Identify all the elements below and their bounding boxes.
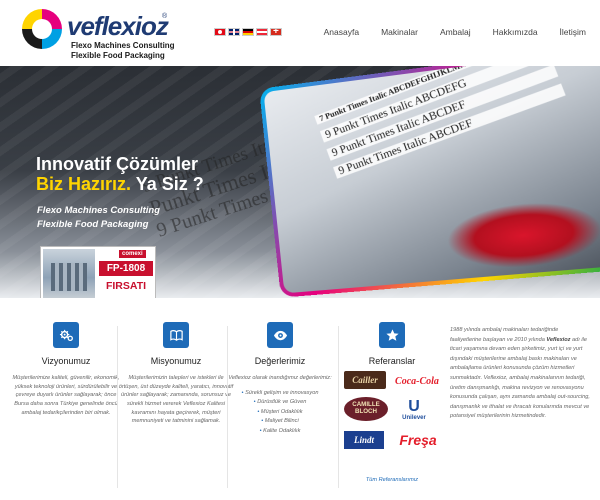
nav-item-anasayfa[interactable]: Anasayfa <box>324 27 359 37</box>
deger-title: Değerlerimiz <box>254 356 306 366</box>
about-brand: Veflexioz <box>546 336 571 343</box>
deger-list: Sürekli gelişim ve innovasyon Dürüstlük … <box>222 389 338 437</box>
gears-icon <box>53 322 79 348</box>
list-item: Müşteri Odaklılık <box>222 408 338 418</box>
hero-tagline-2: Flexible Food Packaging <box>37 219 149 230</box>
list-item: Sürekli gelişim ve innovasyon <box>222 389 338 399</box>
hero-tagline-1: Flexo Machines Consulting <box>37 205 160 216</box>
hero-headline-rest: Ya Siz ? <box>131 174 204 194</box>
hero-banner: 9 Punkt Times Italic ABCDEFGHIJKLMNOP Pu… <box>0 66 600 298</box>
vizyon-text: Müşterilerimize kaliteli, güvenilir, eko… <box>12 375 120 416</box>
logo-coca-cola[interactable]: Coca-Cola <box>392 371 442 391</box>
promo-machine-image <box>43 249 95 298</box>
nav-item-hakkimizda[interactable]: Hakkımızda <box>493 27 538 37</box>
about-text-part-1: 1988 yılında ambalaj makinaları tedariği… <box>450 327 559 343</box>
main-nav: Anasayfa Makinalar Ambalaj Hakkımızda İl… <box>324 27 586 37</box>
language-switcher <box>214 28 282 36</box>
list-item: Maliyet Bilinci <box>222 417 338 427</box>
vizyon-title: Vizyonumuz <box>41 356 91 366</box>
about-text-part-2: adı ile ticari yaşamına devam eden şirke… <box>450 336 590 420</box>
eye-icon <box>267 322 293 348</box>
referans-column: Referanslar Cailler Coca-Cola CAMILLE BL… <box>334 322 450 483</box>
reference-logos: Cailler Coca-Cola CAMILLE BLOCH U Unilev… <box>334 371 450 471</box>
hero-headline-highlight: Biz Hazırız. <box>36 174 132 194</box>
book-icon <box>163 322 189 348</box>
logo-lindt[interactable]: Lindt <box>344 431 384 449</box>
logo-registered-mark: ® <box>162 13 168 20</box>
promo-model-label: FP-1808 <box>99 261 153 276</box>
hero-photo-frame: 7 Punkt Times Italic ABCDEFGHIJKLMNOPQRS… <box>259 66 600 298</box>
logo-subtitle-2: Flexible Food Packaging <box>71 51 165 60</box>
logo-wordmark: veflexioz <box>67 11 169 41</box>
vizyon-column: Vizyonumuz Müşterilerimize kaliteli, güv… <box>8 322 124 417</box>
all-references-link[interactable]: Tüm Referanslarımız <box>334 477 450 483</box>
flag-at-icon[interactable] <box>256 28 268 36</box>
logo-emblem-icon <box>22 9 62 49</box>
promo-offer-label: FIRSATI <box>105 280 147 292</box>
brand-logo[interactable]: veflexioz ® Flexo Machines Consulting Fl… <box>22 9 175 60</box>
list-item: Kalite Odaklılık <box>222 427 338 437</box>
nav-item-iletisim[interactable]: İletişim <box>560 27 586 37</box>
site-header: veflexioz ® Flexo Machines Consulting Fl… <box>0 0 600 66</box>
logo-fresa[interactable]: Freşa <box>392 429 444 451</box>
nav-item-ambalaj[interactable]: Ambalaj <box>440 27 471 37</box>
unilever-label: Unilever <box>402 415 426 421</box>
photo-print-lines: 7 Punkt Times Italic ABCDEFGHIJKLMNOPQRS… <box>314 66 568 185</box>
deger-column: Değerlerimiz Veflexioz olarak inandığımı… <box>222 322 338 436</box>
deger-intro: Veflexioz olarak inandığımız değerlerimi… <box>228 375 332 381</box>
flag-de-icon[interactable] <box>242 28 254 36</box>
features-section: Vizyonumuz Müşterilerimize kaliteli, güv… <box>0 298 600 500</box>
photo-line-2: 9 Punkt Times Italic ABCDEF <box>326 66 558 161</box>
unilever-u-icon: U <box>408 398 420 415</box>
list-item: Dürüstlük ve Güven <box>222 398 338 408</box>
misyon-title: Misyonumuz <box>150 356 202 366</box>
nav-item-makinalar[interactable]: Makinalar <box>381 27 418 37</box>
flag-tr-icon[interactable] <box>214 28 226 36</box>
star-icon <box>379 322 405 348</box>
logo-subtitle-1: Flexo Machines Consulting <box>71 41 175 50</box>
flag-ch-icon[interactable] <box>270 28 282 36</box>
misyon-text: Müşterilerimizin talepleri ve istekleri … <box>118 375 234 425</box>
hero-headline: Innovatif Çözümler <box>36 154 199 174</box>
promo-brand-label: comexi <box>119 250 146 258</box>
referans-title: Referanslar <box>368 356 416 366</box>
logo-unilever[interactable]: U Unilever <box>394 395 434 425</box>
logo-camille-bloch[interactable]: CAMILLE BLOCH <box>344 397 388 421</box>
flag-gb-icon[interactable] <box>228 28 240 36</box>
hero-print-photo: 7 Punkt Times Italic ABCDEFGHIJKLMNOPQRS… <box>263 66 600 294</box>
promo-banner[interactable]: comexi FP-1808 FIRSATI <box>40 246 156 298</box>
hero-subheadline: Biz Hazırız. Ya Siz ? <box>36 174 204 195</box>
misyon-column: Misyonumuz Müşterilerimizin talepleri ve… <box>118 322 234 426</box>
about-text: 1988 yılında ambalaj makinaları tedariği… <box>450 326 590 422</box>
logo-cailler[interactable]: Cailler <box>344 371 386 389</box>
